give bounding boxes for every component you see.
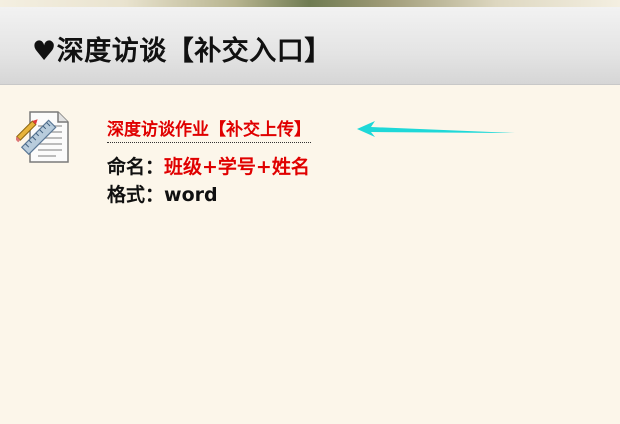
pointer-arrow xyxy=(357,121,515,137)
naming-rule: 命名：班级+学号+姓名 xyxy=(107,152,310,179)
main-content: 深度访谈作业【补交上传】 命名：班级+学号+姓名 格式：word xyxy=(0,86,620,424)
assignment-upload-link[interactable]: 深度访谈作业【补交上传】 xyxy=(107,115,311,143)
decorative-banner xyxy=(0,0,620,7)
naming-value: 班级+学号+姓名 xyxy=(164,156,310,178)
header-bar: ♥深度访谈【补交入口】 xyxy=(0,7,620,85)
naming-label: 命名： xyxy=(107,156,165,178)
format-label: 格式： xyxy=(107,184,165,206)
document-ruler-icon[interactable] xyxy=(16,108,72,166)
format-rule: 格式：word xyxy=(107,180,218,207)
format-value: word xyxy=(164,184,218,206)
page-title: ♥深度访谈【补交入口】 xyxy=(32,36,332,67)
